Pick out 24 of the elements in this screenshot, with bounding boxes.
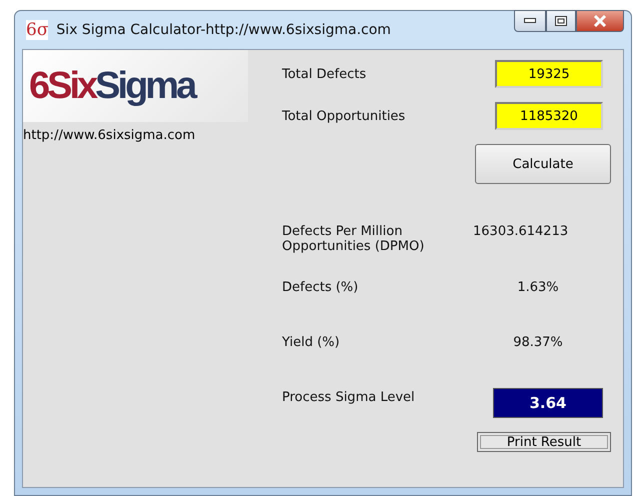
- window-title: Six Sigma Calculator-http://www.6sixsigma.com: [56, 22, 392, 38]
- input-label: Total Opportunities: [282, 108, 406, 124]
- result-label: Defects (%): [282, 280, 358, 295]
- close-button[interactable]: [576, 10, 624, 32]
- result-value: 16303.614213: [473, 224, 568, 239]
- minimize-icon: [524, 18, 536, 24]
- minimize-button[interactable]: [514, 10, 546, 32]
- result-label: Process Sigma Level: [282, 390, 415, 405]
- number-field[interactable]: 1185320: [495, 102, 603, 130]
- number-field[interactable]: 19325: [495, 60, 603, 88]
- app-icon: 6σ: [26, 20, 48, 40]
- website-url: http://www.6sixsigma.com: [23, 128, 196, 143]
- result-value: 1.63%: [517, 280, 559, 295]
- sigma-level-value: 3.64: [493, 388, 603, 418]
- calculate-button[interactable]: Calculate: [475, 144, 611, 184]
- input-label: Total Defects: [282, 66, 366, 82]
- maximize-icon: [555, 16, 567, 26]
- maximize-button[interactable]: [546, 10, 576, 32]
- result-value: 98.37%: [513, 335, 563, 350]
- print-result-button[interactable]: Print Result: [477, 432, 611, 452]
- result-label: Defects Per Million Opportunities (DPMO): [282, 224, 426, 254]
- result-label: Yield (%): [282, 335, 340, 350]
- close-icon: [593, 15, 607, 27]
- logo: 6SixSigma: [23, 50, 248, 122]
